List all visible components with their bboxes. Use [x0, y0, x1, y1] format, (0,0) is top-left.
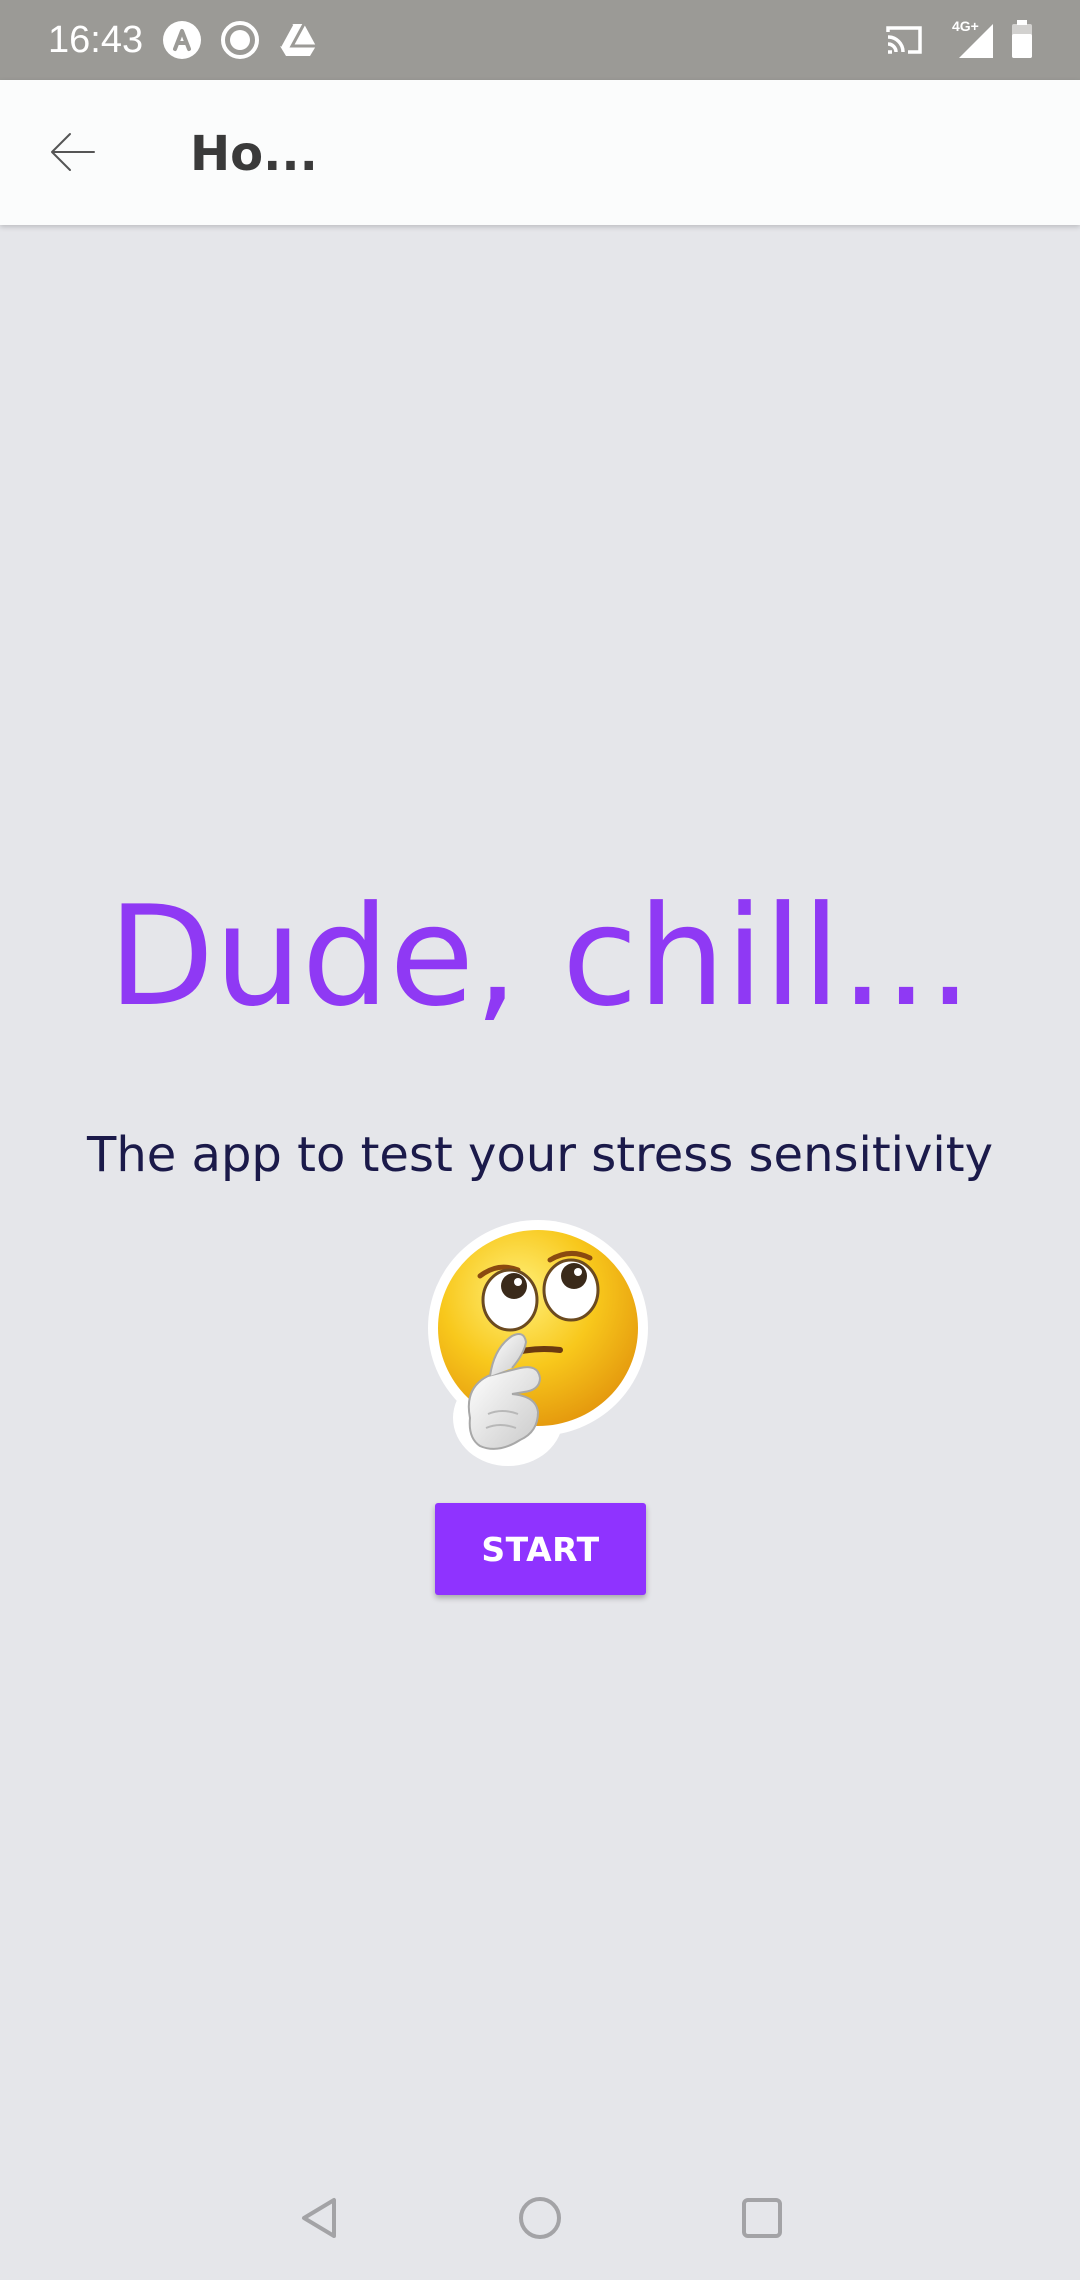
app-bar: Ho... [0, 80, 1080, 225]
subtitle: The app to test your stress sensitivity [87, 1127, 993, 1183]
headline: Dude, chill... [108, 876, 972, 1037]
nav-back-icon [296, 2194, 344, 2246]
back-button[interactable] [34, 116, 110, 192]
drive-icon [278, 20, 318, 64]
cast-icon [884, 22, 924, 62]
arrow-back-icon [46, 126, 98, 182]
signal-icon [955, 20, 995, 64]
nav-home-icon [516, 2194, 564, 2246]
navigation-bar [0, 2160, 1080, 2280]
nav-recents-button[interactable] [702, 2160, 822, 2280]
start-button[interactable]: START [435, 1503, 646, 1595]
battery-icon [1010, 20, 1034, 64]
arc-logo-icon [162, 20, 202, 64]
page-title: Ho... [190, 126, 318, 182]
nav-home-button[interactable] [480, 2160, 600, 2280]
status-time: 16:43 [48, 19, 144, 61]
thinking-face-icon [428, 1218, 654, 1468]
record-icon [220, 20, 260, 64]
nav-recents-icon [738, 2194, 786, 2246]
nav-back-button[interactable] [260, 2160, 380, 2280]
status-bar: 16:43 4G+ [0, 0, 1080, 80]
